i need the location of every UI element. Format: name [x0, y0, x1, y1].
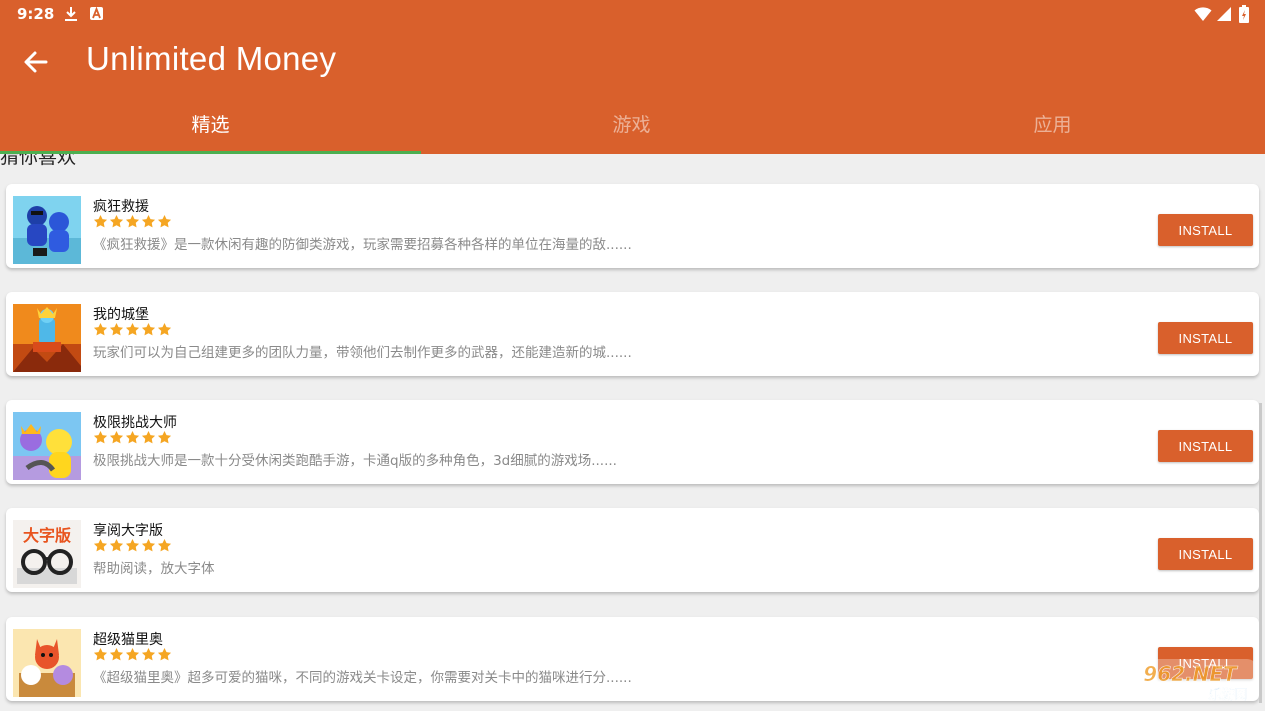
star-icon: [157, 430, 172, 444]
star-icon: [93, 322, 108, 336]
tab-games[interactable]: 游戏: [421, 98, 842, 154]
app-name: 我的城堡: [93, 307, 149, 323]
star-icon: [93, 647, 108, 661]
app-thumbnail: 大字版: [13, 520, 81, 588]
status-bar: 9:28: [0, 0, 1265, 30]
star-icon: [125, 322, 140, 336]
app-bar: 9:28 Unlimited Money 精选 游戏 应用: [0, 0, 1265, 154]
app-description: 《超级猫里奥》超多可爱的猫咪，不同的游戏关卡设定，你需要对关卡中的猫咪进行分..…: [93, 670, 632, 686]
app-description: 极限挑战大师是一款十分受休闲类跑酷手游，卡通q版的多种角色，3d细腻的游戏场..…: [93, 453, 617, 469]
svg-text:乐游网: 乐游网: [1208, 687, 1247, 703]
app-description: 玩家们可以为自己组建更多的团队力量，带领他们去制作更多的武器，还能建造新的城..…: [93, 345, 632, 361]
app-card[interactable]: 疯狂救援 《疯狂救援》是一款休闲有趣的防御类游戏，玩家需要招募各种各样的单位在海…: [6, 184, 1259, 268]
star-icon: [125, 647, 140, 661]
app-card[interactable]: 我的城堡 玩家们可以为自己组建更多的团队力量，带领他们去制作更多的武器，还能建造…: [6, 292, 1259, 376]
rating-stars: [93, 430, 173, 445]
star-icon: [157, 538, 172, 552]
star-icon: [141, 647, 156, 661]
rating-stars: [93, 538, 173, 553]
scrollbar[interactable]: [1259, 403, 1262, 703]
rating-stars: [93, 647, 173, 662]
star-icon: [125, 538, 140, 552]
site-watermark: 962.NET 乐游网: [1126, 659, 1257, 703]
star-icon: [109, 430, 124, 444]
battery-icon: [1239, 5, 1249, 23]
star-icon: [141, 538, 156, 552]
install-button[interactable]: INSTALL: [1158, 538, 1253, 570]
status-time: 9:28: [17, 5, 55, 23]
star-icon: [141, 322, 156, 336]
star-icon: [93, 214, 108, 228]
app-card[interactable]: 极限挑战大师 极限挑战大师是一款十分受休闲类跑酷手游，卡通q版的多种角色，3d细…: [6, 400, 1259, 484]
star-icon: [109, 538, 124, 552]
thumb-text: 大字版: [23, 526, 71, 545]
app-card[interactable]: 大字版 享阅大字版 帮助阅读，放大字体 INSTALL: [6, 508, 1259, 592]
wifi-icon: [1194, 7, 1212, 21]
app-description: 帮助阅读，放大字体: [93, 561, 215, 577]
app-thumbnail: [13, 412, 81, 480]
star-icon: [125, 214, 140, 228]
app-thumbnail: [13, 196, 81, 264]
star-icon: [93, 430, 108, 444]
star-icon: [141, 430, 156, 444]
app-name: 享阅大字版: [93, 523, 163, 539]
app-card[interactable]: 超级猫里奥 《超级猫里奥》超多可爱的猫咪，不同的游戏关卡设定，你需要对关卡中的猫…: [6, 617, 1259, 701]
star-icon: [109, 647, 124, 661]
star-icon: [125, 430, 140, 444]
tab-bar: 精选 游戏 应用: [0, 98, 1265, 154]
rating-stars: [93, 214, 173, 229]
star-icon: [109, 214, 124, 228]
star-icon: [157, 647, 172, 661]
star-icon: [157, 214, 172, 228]
star-icon: [93, 538, 108, 552]
svg-text:962.NET: 962.NET: [1143, 662, 1238, 686]
star-icon: [141, 214, 156, 228]
arrow-left-icon[interactable]: [20, 46, 52, 78]
rating-stars: [93, 322, 173, 337]
star-icon: [109, 322, 124, 336]
app-thumbnail: [13, 304, 81, 372]
app-name: 超级猫里奥: [93, 632, 163, 648]
app-name: 疯狂救援: [93, 199, 149, 215]
star-icon: [157, 322, 172, 336]
tab-featured[interactable]: 精选: [0, 98, 421, 154]
tab-indicator: [0, 151, 421, 154]
signal-icon: [1217, 7, 1231, 21]
install-button[interactable]: INSTALL: [1158, 214, 1253, 246]
install-button[interactable]: INSTALL: [1158, 322, 1253, 354]
download-icon: [65, 7, 77, 21]
a-icon: [90, 7, 103, 20]
tab-apps[interactable]: 应用: [842, 98, 1263, 154]
app-name: 极限挑战大师: [93, 415, 177, 431]
install-button[interactable]: INSTALL: [1158, 430, 1253, 462]
page-title: Unlimited Money: [86, 40, 337, 77]
app-thumbnail: [13, 629, 81, 697]
app-description: 《疯狂救援》是一款休闲有趣的防御类游戏，玩家需要招募各种各样的单位在海量的敌..…: [93, 237, 632, 253]
